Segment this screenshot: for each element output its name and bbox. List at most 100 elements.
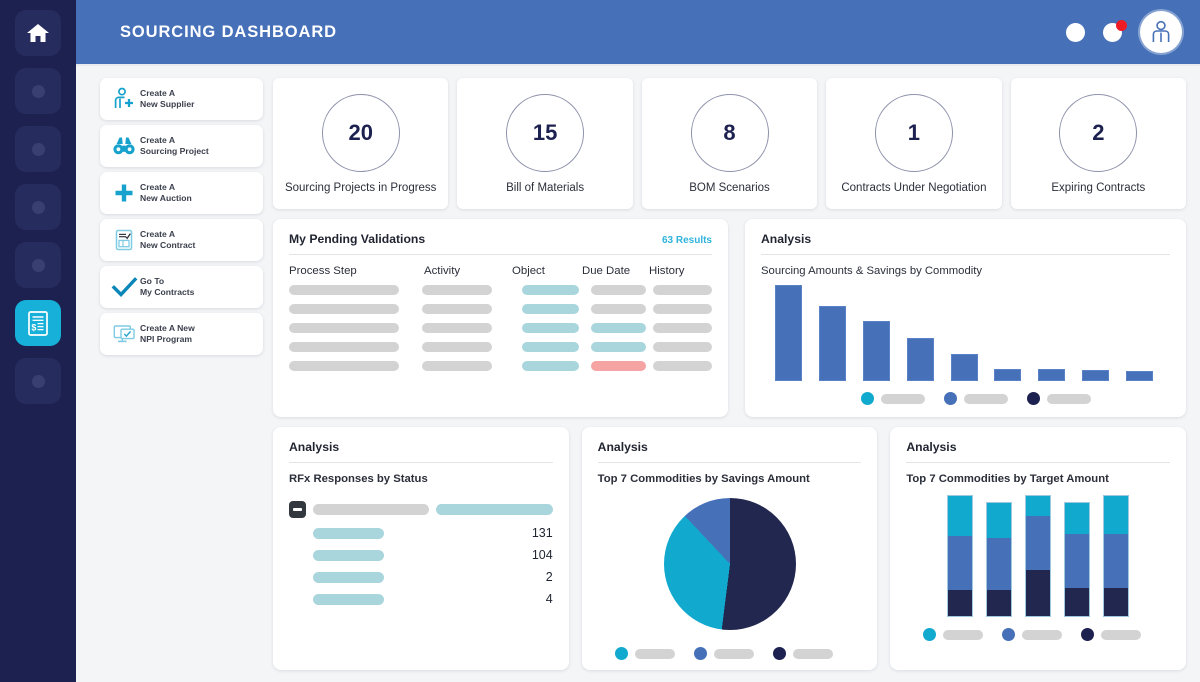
rfx-bar	[313, 528, 384, 539]
table-cell	[653, 342, 712, 352]
rfx-value: 4	[384, 592, 553, 606]
analysis-commodity-panel: Analysis Sourcing Amounts & Savings by C…	[745, 219, 1186, 417]
column-header-process-step[interactable]: Process Step	[289, 265, 424, 277]
legend-item[interactable]	[1027, 392, 1091, 405]
kpi-bill-of-materials[interactable]: 15 Bill of Materials	[457, 78, 632, 209]
divider	[289, 462, 553, 463]
notifications-icon[interactable]	[1103, 23, 1122, 42]
chart-bar[interactable]	[1126, 371, 1153, 381]
rfx-chart: 131 104 2 4	[289, 501, 553, 614]
stacked-bar[interactable]	[986, 502, 1012, 617]
avatar[interactable]	[1140, 11, 1182, 53]
kpi-expiring-contracts[interactable]: 2 Expiring Contracts	[1011, 78, 1186, 209]
stacked-bar[interactable]	[1025, 495, 1051, 617]
quick-action-create-sourcing-project[interactable]: Create ASourcing Project	[100, 125, 263, 167]
chart-bar[interactable]	[1082, 370, 1109, 381]
quick-action-create-new-supplier[interactable]: Create ANew Supplier	[100, 78, 263, 120]
kpi-bom-scenarios[interactable]: 8 BOM Scenarios	[642, 78, 817, 209]
kpi-contracts-under-negotiation[interactable]: 1 Contracts Under Negotiation	[826, 78, 1001, 209]
kpi-sourcing-projects-in-progress[interactable]: 20 Sourcing Projects in Progress	[273, 78, 448, 209]
stacked-bar[interactable]	[947, 495, 973, 617]
legend-color-dot	[1081, 628, 1094, 641]
chart-bar[interactable]	[951, 354, 978, 381]
quick-action-create-new-auction[interactable]: Create ANew Auction	[100, 172, 263, 214]
column-header-history[interactable]: History	[649, 265, 684, 277]
rfx-row[interactable]: 4	[289, 592, 553, 606]
panel-title: Analysis	[598, 440, 862, 454]
quick-action-label: Create A NewNPI Program	[140, 323, 195, 345]
analysis-target-panel: Analysis Top 7 Commodities by Target Amo…	[890, 427, 1186, 670]
panel-title: My Pending Validations	[289, 232, 425, 246]
kpi-circle: 1	[875, 94, 953, 172]
table-cell	[422, 304, 493, 314]
bar-slot	[775, 283, 819, 381]
sidebar-item-nav-3[interactable]	[15, 126, 61, 172]
rfx-bar	[313, 550, 384, 561]
legend-item[interactable]	[694, 647, 754, 660]
column-header-due-date[interactable]: Due Date	[582, 265, 649, 277]
rfx-row[interactable]: 2	[289, 570, 553, 584]
sidebar-item-sourcing[interactable]: $	[15, 300, 61, 346]
collapse-toggle-icon[interactable]	[289, 501, 306, 518]
bar-segment-cyan	[987, 503, 1011, 538]
quick-action-go-to-my-contracts[interactable]: Go ToMy Contracts	[100, 266, 263, 308]
stacked-bar[interactable]	[1103, 495, 1129, 617]
sidebar-item-nav-2[interactable]	[15, 68, 61, 114]
table-cell	[289, 304, 399, 314]
chart-subtitle: Top 7 Commodities by Savings Amount	[598, 473, 862, 485]
chart-bar[interactable]	[863, 321, 890, 381]
bar-segment-cyan	[1065, 503, 1089, 534]
legend-item[interactable]	[615, 647, 675, 660]
rfx-total-bar	[436, 504, 553, 515]
table-row[interactable]	[289, 323, 712, 333]
column-header-activity[interactable]: Activity	[424, 265, 512, 277]
sidebar-item-nav-4[interactable]	[15, 184, 61, 230]
table-cell	[591, 285, 646, 295]
column-header-object[interactable]: Object	[512, 265, 582, 277]
table-cell	[591, 323, 646, 333]
bar-slot	[819, 283, 863, 381]
kpi-value: 1	[908, 120, 920, 146]
kpi-label: Expiring Contracts	[1051, 182, 1145, 194]
sidebar-item-nav-7[interactable]	[15, 358, 61, 404]
panel-title: Analysis	[906, 440, 1170, 454]
table-cell	[653, 361, 712, 371]
legend-item[interactable]	[861, 392, 925, 405]
legend-item[interactable]	[1081, 628, 1141, 641]
chart-bar[interactable]	[775, 285, 802, 381]
sidebar-item-home[interactable]	[15, 10, 61, 56]
panel-title: Analysis	[289, 440, 553, 454]
dot-icon	[32, 259, 45, 272]
table-row[interactable]	[289, 342, 712, 352]
chart-bar[interactable]	[1038, 369, 1065, 381]
rfx-row[interactable]: 104	[289, 548, 553, 562]
chart-bar[interactable]	[994, 369, 1021, 381]
kpi-label: Bill of Materials	[506, 182, 584, 194]
table-row[interactable]	[289, 361, 712, 371]
pie-chart-wrap	[598, 491, 862, 636]
bar-slot	[1082, 283, 1126, 381]
bar-segment-blue	[1026, 516, 1050, 570]
messages-icon[interactable]	[1066, 23, 1085, 42]
legend-item[interactable]	[944, 392, 1008, 405]
table-row[interactable]	[289, 285, 712, 295]
legend-label-placeholder	[943, 630, 983, 640]
sidebar-item-nav-5[interactable]	[15, 242, 61, 288]
table-row[interactable]	[289, 304, 712, 314]
kpi-label: Contracts Under Negotiation	[841, 182, 986, 194]
legend-item[interactable]	[1002, 628, 1062, 641]
results-link[interactable]: 63 Results	[662, 235, 712, 246]
rfx-row[interactable]: 131	[289, 526, 553, 540]
legend-item[interactable]	[923, 628, 983, 641]
bar-segment-navy	[1026, 570, 1050, 616]
legend-item[interactable]	[773, 647, 833, 660]
quick-action-create-new-contract[interactable]: Create ANew Contract	[100, 219, 263, 261]
stacked-bar[interactable]	[1064, 502, 1090, 617]
add-person-icon	[108, 87, 140, 111]
quick-action-create-new-npi-program[interactable]: Create A NewNPI Program	[100, 313, 263, 355]
legend-color-dot	[861, 392, 874, 405]
chart-bar[interactable]	[907, 338, 934, 381]
chart-bar[interactable]	[819, 306, 846, 381]
pending-validations-panel: My Pending Validations 63 Results Proces…	[273, 219, 728, 417]
page-title: SOURCING DASHBOARD	[120, 23, 337, 42]
